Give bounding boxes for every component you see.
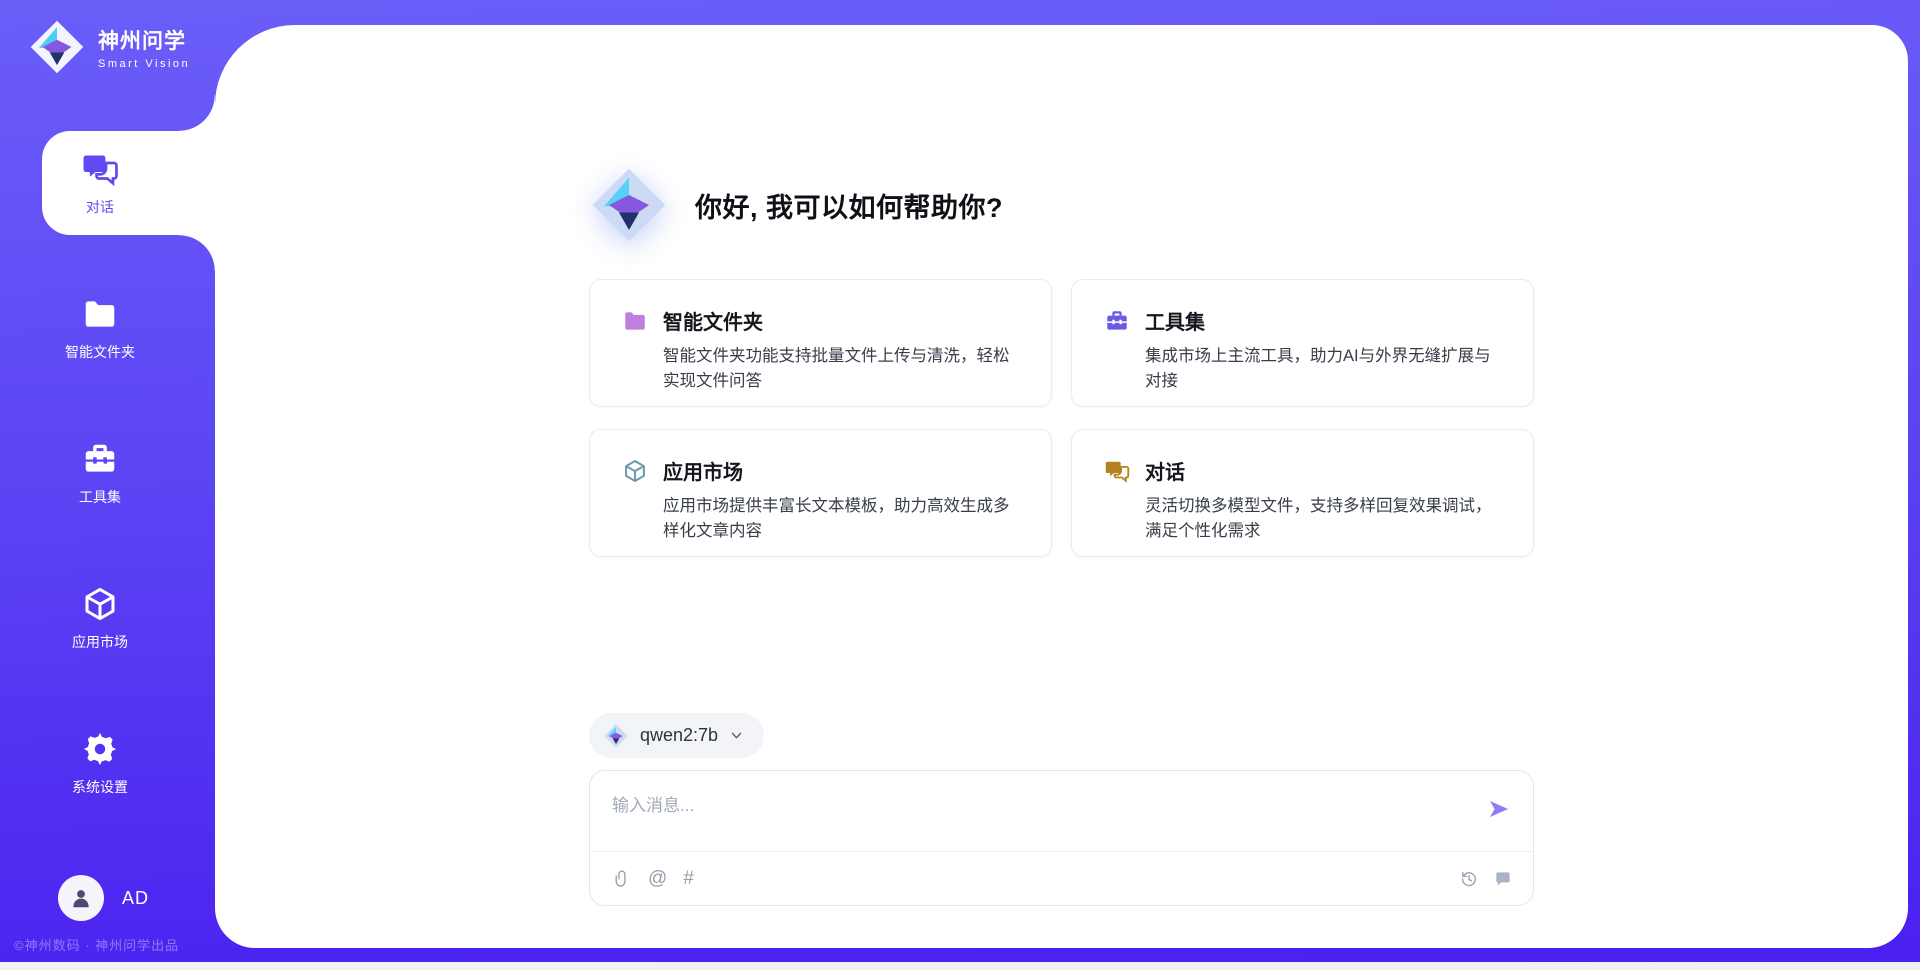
user-name: AD — [122, 888, 149, 909]
card-app-market[interactable]: 应用市场 应用市场提供丰富长文本模板，助力高效生成多样化文章内容 — [589, 429, 1052, 557]
mention-icon[interactable]: @ — [648, 869, 667, 888]
horizontal-scrollbar[interactable] — [0, 962, 1920, 970]
message-input[interactable] — [612, 791, 1452, 849]
brand-logo: 神州问学 Smart Vision — [28, 18, 190, 76]
card-description: 应用市场提供丰富长文本模板，助力高效生成多样化文章内容 — [663, 494, 1023, 544]
main-panel: 你好, 我可以如何帮助你? 智能文件夹 智能文件夹功能支持批量文件上传与清洗，轻… — [215, 25, 1908, 948]
model-selector[interactable]: qwen2:7b — [589, 713, 764, 758]
composer-toolbar: @ # — [590, 851, 1533, 905]
card-description: 智能文件夹功能支持批量文件上传与清洗，轻松实现文件问答 — [663, 344, 1023, 394]
sidebar-footer-text: ©神州数码 · 神州问学出品 — [14, 935, 179, 954]
cube-icon — [622, 458, 648, 484]
brand-diamond-icon — [589, 165, 669, 245]
sidebar-item-label: 应用市场 — [72, 632, 128, 652]
greeting-text: 你好, 我可以如何帮助你? — [695, 186, 1003, 225]
send-button[interactable] — [1487, 797, 1511, 821]
model-logo-icon — [603, 723, 629, 749]
card-description: 灵活切换多模型文件，支持多样回复效果调试，满足个性化需求 — [1145, 494, 1505, 544]
sidebar-item-label: 系统设置 — [72, 777, 128, 797]
person-icon — [68, 885, 94, 911]
paperclip-icon[interactable] — [612, 869, 632, 889]
sidebar-item-app-market[interactable]: 应用市场 — [0, 566, 215, 670]
sidebar-item-label: 工具集 — [79, 487, 121, 507]
sidebar-item-label: 智能文件夹 — [65, 342, 135, 362]
avatar — [58, 875, 104, 921]
sidebar-item-toolset[interactable]: 工具集 — [0, 421, 215, 525]
sidebar-item-chat[interactable]: 对话 — [42, 131, 215, 235]
sidebar: 神州问学 Smart Vision 对话 智能文件夹 工具集 应用市场 系统设置 — [0, 0, 215, 970]
briefcase-icon — [81, 440, 119, 478]
feedback-icon[interactable] — [1493, 869, 1513, 889]
hashtag-icon[interactable]: # — [683, 869, 694, 888]
feature-cards: 智能文件夹 智能文件夹功能支持批量文件上传与清洗，轻松实现文件问答 工具集 集成… — [589, 279, 1534, 557]
card-title: 工具集 — [1145, 306, 1205, 335]
folder-icon — [81, 295, 119, 333]
sidebar-item-settings[interactable]: 系统设置 — [0, 711, 215, 815]
card-title: 应用市场 — [663, 456, 743, 485]
brand-name: 神州问学 — [98, 25, 190, 55]
user-profile[interactable]: AD — [58, 875, 149, 921]
chevron-down-icon — [729, 728, 744, 743]
greeting: 你好, 我可以如何帮助你? — [589, 165, 1534, 245]
card-chat[interactable]: 对话 灵活切换多模型文件，支持多样回复效果调试，满足个性化需求 — [1071, 429, 1534, 557]
sidebar-nav: 对话 智能文件夹 工具集 应用市场 系统设置 — [0, 131, 215, 856]
card-title: 对话 — [1145, 456, 1185, 485]
cube-icon — [81, 585, 119, 623]
card-title: 智能文件夹 — [663, 306, 763, 335]
composer: @ # — [589, 770, 1534, 906]
chat-icon — [81, 150, 119, 188]
card-toolset[interactable]: 工具集 集成市场上主流工具，助力AI与外界无缝扩展与对接 — [1071, 279, 1534, 407]
history-icon[interactable] — [1459, 869, 1479, 889]
sidebar-item-smart-folder[interactable]: 智能文件夹 — [0, 276, 215, 380]
briefcase-icon — [1104, 308, 1130, 334]
card-smart-folder[interactable]: 智能文件夹 智能文件夹功能支持批量文件上传与清洗，轻松实现文件问答 — [589, 279, 1052, 407]
brand-subtitle: Smart Vision — [98, 58, 190, 70]
model-name: qwen2:7b — [640, 725, 718, 746]
brand-diamond-icon — [28, 18, 86, 76]
send-icon — [1487, 797, 1511, 821]
folder-icon — [622, 308, 648, 334]
card-description: 集成市场上主流工具，助力AI与外界无缝扩展与对接 — [1145, 344, 1505, 394]
sidebar-item-label: 对话 — [86, 197, 114, 217]
chat-icon — [1104, 458, 1130, 484]
gear-icon — [81, 730, 119, 768]
